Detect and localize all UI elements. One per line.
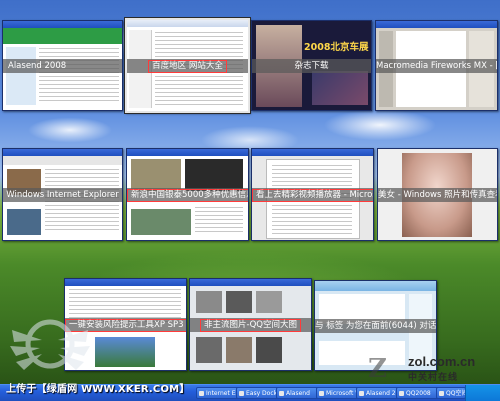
- window-thumbnail-ie[interactable]: Windows Internet Explorer: [2, 148, 123, 241]
- thumbnail-titlebar: [127, 149, 248, 156]
- thumbnail-caption: 美女 - Windows 照片和传真查看器: [378, 187, 497, 202]
- thumbnail-titlebar: [3, 149, 122, 156]
- thumbnail-caption: 百度地区 网站大全: [127, 58, 248, 73]
- thumbnail-caption: 杂志下载: [252, 58, 371, 73]
- zol-site-name: zol.com.cn: [408, 354, 476, 369]
- system-tray[interactable]: [465, 385, 500, 401]
- thumbnail-caption: Windows Internet Explorer: [3, 187, 122, 202]
- thumbnail-caption: 看上去精彩视频播放器 - Microsoft Word: [252, 187, 373, 202]
- thumbnail-titlebar: [252, 149, 373, 156]
- taskbar-item[interactable]: QQ空间: [436, 387, 466, 399]
- zol-logo-letter: Z: [368, 354, 387, 384]
- window-thumbnail-alasend[interactable]: Alasend 2008: [2, 20, 123, 111]
- zol-chinese-name: 中关村在线: [408, 373, 459, 383]
- window-thumbnail-fireworks[interactable]: Macromedia Fireworks MX - [未命: [375, 20, 498, 111]
- thumbnail-titlebar: [65, 279, 186, 286]
- thumbnail-caption: Macromedia Fireworks MX - [未命: [376, 58, 497, 73]
- watermark-zol-logo: Z zol.com.cn 中关村在线: [368, 350, 498, 384]
- thumbnail-titlebar: [3, 21, 122, 28]
- watermark-wing-emblem: [10, 319, 90, 370]
- window-thumbnail-qq-space[interactable]: 非主流图片-QQ空间大图: [189, 278, 312, 371]
- thumbnail-caption: 与 标签 为您在面前(6044) 对话中: [315, 318, 436, 333]
- window-thumbnail-photo-viewer[interactable]: 美女 - Windows 照片和传真查看器: [377, 148, 498, 241]
- window-thumbnail-baidu[interactable]: 百度地区 网站大全: [124, 17, 251, 114]
- thumbnail-titlebar: [376, 21, 497, 28]
- thumbnail-caption: 非主流图片-QQ空间大图: [190, 317, 311, 332]
- magazine-headline: 2008北京车展: [304, 42, 369, 53]
- thumbnail-caption: Alasend 2008: [3, 58, 122, 73]
- thumbnail-titlebar: [190, 279, 311, 286]
- thumbnail-caption: 新浪中国银泰5000多种优惠信息查询: [127, 187, 248, 202]
- window-thumbnail-magazine[interactable]: 2008北京车展 杂志下载: [251, 20, 372, 111]
- watermark-upload-text: 上传于【绿盾网 WWW.XKER.COM】: [6, 384, 190, 395]
- window-thumbnail-yintai[interactable]: 新浪中国银泰5000多种优惠信息查询: [126, 148, 249, 241]
- window-thumbnail-word[interactable]: 看上去精彩视频播放器 - Microsoft Word: [251, 148, 374, 241]
- thumbnail-titlebar: [127, 20, 248, 27]
